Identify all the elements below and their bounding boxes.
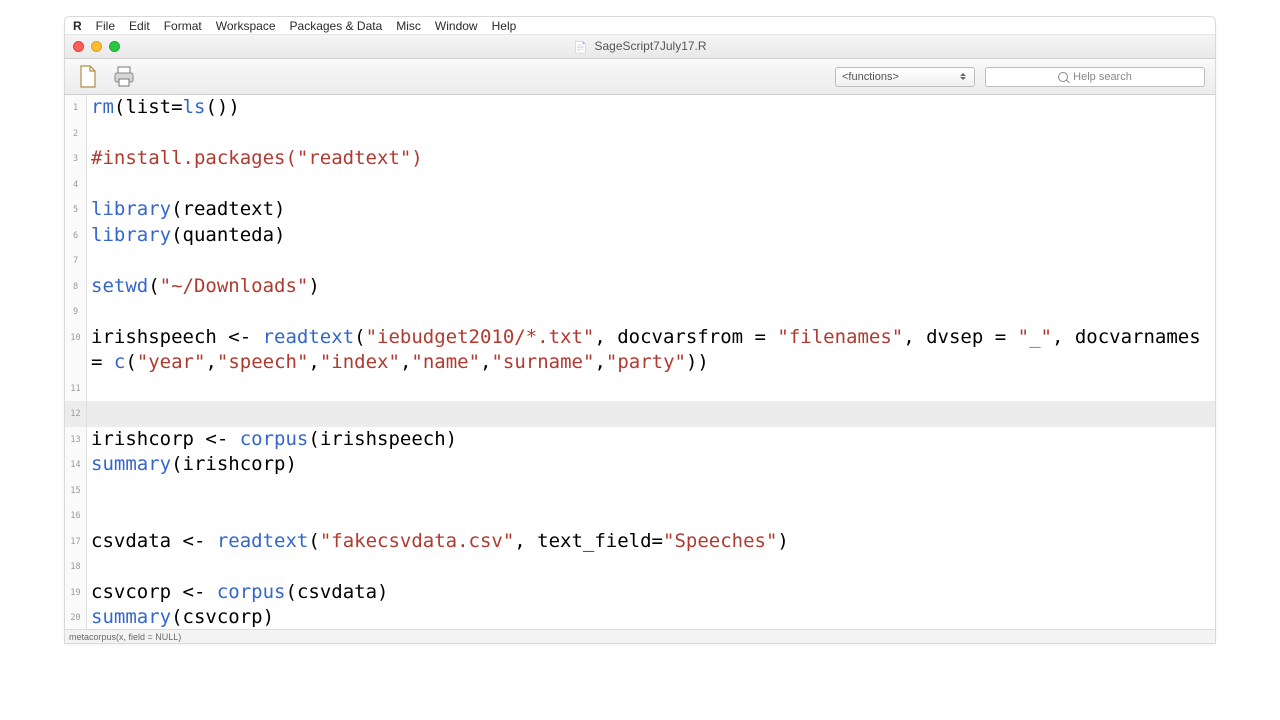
close-icon[interactable] [73,41,84,52]
line-number: 2 [65,121,87,147]
line-content[interactable]: summary(csvcorp) [87,605,1215,629]
code-line[interactable]: 15 [65,478,1215,504]
code-line[interactable]: 9 [65,299,1215,325]
line-number: 10 [65,325,87,376]
minimize-icon[interactable] [91,41,102,52]
line-number: 16 [65,503,87,529]
document-icon: 📄 [573,41,587,54]
help-search-input[interactable]: Help search [985,67,1205,87]
menubar: R File Edit Format Workspace Packages & … [65,17,1215,35]
code-line[interactable]: 8setwd("~/Downloads") [65,274,1215,300]
line-content[interactable] [87,121,1215,147]
line-content[interactable]: irishspeech <- readtext("iebudget2010/*.… [87,325,1215,376]
menu-edit[interactable]: Edit [129,19,150,33]
code-line[interactable]: 17csvdata <- readtext("fakecsvdata.csv",… [65,529,1215,555]
line-number: 3 [65,146,87,172]
line-number: 12 [65,401,87,427]
line-content[interactable]: irishcorp <- corpus(irishspeech) [87,427,1215,453]
menu-packages[interactable]: Packages & Data [290,19,383,33]
code-line[interactable]: 10irishspeech <- readtext("iebudget2010/… [65,325,1215,376]
code-editor[interactable]: 1rm(list=ls())2 3#install.packages("read… [65,95,1215,629]
line-content[interactable]: csvcorp <- corpus(csvdata) [87,580,1215,606]
code-line[interactable]: 13irishcorp <- corpus(irishspeech) [65,427,1215,453]
zoom-icon[interactable] [109,41,120,52]
line-number: 17 [65,529,87,555]
line-content[interactable] [87,478,1215,504]
line-content[interactable]: library(readtext) [87,197,1215,223]
line-content[interactable]: summary(irishcorp) [87,452,1215,478]
menu-misc[interactable]: Misc [396,19,421,33]
line-number: 6 [65,223,87,249]
line-content[interactable]: setwd("~/Downloads") [87,274,1215,300]
menu-logo[interactable]: R [73,19,82,33]
code-line[interactable]: 5library(readtext) [65,197,1215,223]
line-content[interactable] [87,248,1215,274]
code-line[interactable]: 11 [65,376,1215,402]
status-bar: metacorpus(x, field = NULL) [65,629,1215,643]
code-line[interactable]: 7 [65,248,1215,274]
code-line[interactable]: 6library(quanteda) [65,223,1215,249]
line-number: 19 [65,580,87,606]
line-content[interactable]: library(quanteda) [87,223,1215,249]
line-content[interactable]: #install.packages("readtext") [87,146,1215,172]
line-content[interactable] [87,299,1215,325]
window-title-text: SageScript7July17.R [594,39,706,53]
code-line[interactable]: 12 [65,401,1215,427]
line-number: 18 [65,554,87,580]
code-line[interactable]: 14summary(irishcorp) [65,452,1215,478]
line-content[interactable] [87,401,1215,427]
titlebar: 📄 SageScript7July17.R [65,35,1215,59]
chevron-updown-icon [956,70,970,84]
code-line[interactable]: 19csvcorp <- corpus(csvdata) [65,580,1215,606]
line-number: 5 [65,197,87,223]
toolbar: <functions> Help search [65,59,1215,95]
window-controls [65,41,120,52]
code-line[interactable]: 3#install.packages("readtext") [65,146,1215,172]
functions-dropdown[interactable]: <functions> [835,67,975,87]
line-number: 7 [65,248,87,274]
new-file-button[interactable] [75,62,101,92]
line-content[interactable] [87,554,1215,580]
menu-workspace[interactable]: Workspace [216,19,276,33]
menu-file[interactable]: File [96,19,115,33]
line-number: 20 [65,605,87,629]
line-content[interactable] [87,172,1215,198]
line-content[interactable]: csvdata <- readtext("fakecsvdata.csv", t… [87,529,1215,555]
help-search-placeholder: Help search [1073,71,1132,83]
line-number: 4 [65,172,87,198]
line-number: 11 [65,376,87,402]
code-line[interactable]: 2 [65,121,1215,147]
functions-dropdown-label: <functions> [842,71,899,83]
status-text: metacorpus(x, field = NULL) [69,632,181,642]
line-content[interactable] [87,376,1215,402]
line-content[interactable]: rm(list=ls()) [87,95,1215,121]
print-button[interactable] [111,62,137,92]
line-number: 8 [65,274,87,300]
code-line[interactable]: 1rm(list=ls()) [65,95,1215,121]
line-number: 13 [65,427,87,453]
code-line[interactable]: 18 [65,554,1215,580]
code-line[interactable]: 16 [65,503,1215,529]
line-number: 1 [65,95,87,121]
window-title: 📄 SageScript7July17.R [65,39,1215,53]
line-number: 9 [65,299,87,325]
app-window: R File Edit Format Workspace Packages & … [64,16,1216,644]
search-icon [1058,72,1068,82]
menu-format[interactable]: Format [164,19,202,33]
code-line[interactable]: 4 [65,172,1215,198]
code-line[interactable]: 20summary(csvcorp) [65,605,1215,629]
line-number: 15 [65,478,87,504]
menu-window[interactable]: Window [435,19,478,33]
menu-help[interactable]: Help [492,19,517,33]
line-content[interactable] [87,503,1215,529]
line-number: 14 [65,452,87,478]
